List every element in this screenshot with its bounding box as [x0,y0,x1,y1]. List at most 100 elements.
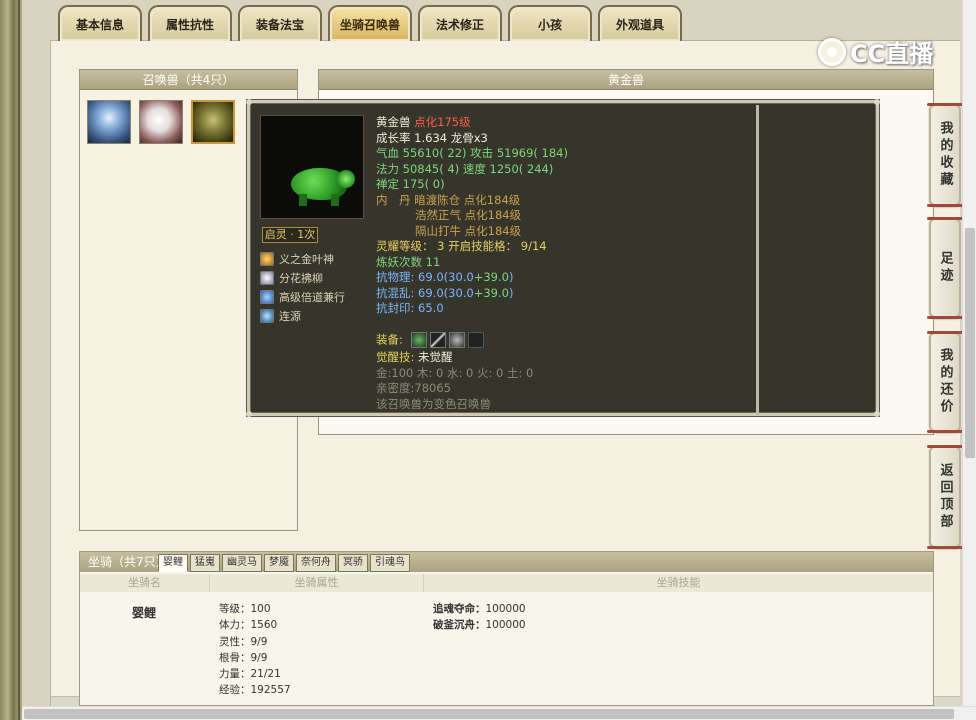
mount-header: 坐骑（共7只） 婴鲤 猛嵬 幽灵马 梦魇 奈何舟 冥骄 引魂鸟 [80,552,933,572]
skill-item: 义之金叶神 [260,249,345,268]
corner-ornament [874,99,880,105]
corner-ornament [874,411,880,417]
mount-attr: 体力：1560 [219,619,278,632]
mount-section: 坐骑（共7只） 婴鲤 猛嵬 幽灵马 梦魇 奈何舟 冥骄 引魂鸟 坐骑名 坐骑属性… [79,551,934,706]
carve-value: 3 开启技能格： [437,239,518,253]
cc-live-watermark: CC直播 [818,34,933,69]
skill-item: 分花拂柳 [260,268,345,287]
pet-leg-shape [331,194,339,206]
tab-children[interactable]: 小孩 [508,5,592,41]
corner-ornament [246,411,252,417]
side-button-label: 我的还价 [937,348,953,416]
mount-skill-value: 100000 [485,603,526,615]
mount-tab[interactable]: 婴鲤 [158,554,188,572]
back-to-top-button[interactable]: 返回顶部 [927,445,963,549]
tab-equipment[interactable]: 装备法宝 [238,5,322,41]
mount-title: 坐骑（共7只） [88,555,168,569]
col-mount-name: 坐骑名 [80,574,210,592]
pet-growth: 成长率 1.634 龙骨x3 [376,130,488,145]
mount-tab[interactable]: 奈何舟 [296,554,336,572]
mount-attr: 灵性：9/9 [219,635,268,648]
awaken-label: 觉醒技: [376,350,415,364]
mount-skill-value: 100000 [485,619,526,632]
horizontal-scrollbar[interactable] [22,706,976,720]
equip-label: 装备: [376,332,403,347]
pet-name: 黄金兽 [376,115,411,129]
cc-logo-icon [818,37,846,66]
mount-attr: 力量：21/21 [219,668,281,681]
core-item: 暗渡陈仓 点化184级 [414,192,521,207]
sword-icon[interactable] [429,332,446,348]
core-item: 隔山打牛 点化184级 [415,223,522,238]
skill-label: 分花拂柳 [279,271,323,285]
tab-appearance[interactable]: 外观道具 [598,5,682,41]
summon-panel-title: 召唤兽（共4只） [80,70,297,90]
gold-leaf-icon [260,251,274,266]
carve-label: 灵耀等级： [376,239,434,253]
tab-spell-correction[interactable]: 法术修正 [418,5,502,41]
tab-basic-info[interactable]: 基本信息 [58,5,142,41]
mount-tab[interactable]: 冥骄 [338,554,368,572]
mount-attr: 等级：100 [219,603,271,615]
res-chaos-label: 抗混乱: [376,285,415,300]
flower-icon [260,270,274,285]
scrollbar-thumb[interactable] [24,709,954,719]
res-phys-plus: +39.0 [473,270,509,284]
armor-icon[interactable] [448,332,465,348]
left-decorative-strip [0,0,22,720]
skill-item: 高级倍道兼行 [260,287,345,306]
mount-skill: 破釜沉舟：100000 [433,617,526,633]
pet-skill-list: 义之金叶神 分花拂柳 高级倍道兼行 连源 [260,249,345,325]
side-button-label: 我的收藏 [937,121,953,189]
ring-icon[interactable] [410,332,427,348]
mount-tab[interactable]: 引魂鸟 [370,554,410,572]
res-phys-label: 抗物理: [376,270,415,284]
mount-tabs: 婴鲤 猛嵬 幽灵马 梦魇 奈何舟 冥骄 引魂鸟 [158,554,410,572]
summon-avatar-2[interactable] [139,100,183,144]
my-counteroffer-button[interactable]: 我的还价 [927,331,963,433]
summon-avatar-3-selected[interactable] [191,100,235,144]
res-seal: 抗封印: 65.0 [376,301,444,315]
my-favorites-button[interactable]: 我的收藏 [927,103,963,207]
res-chaos-end: ) [508,285,514,300]
mount-skill-name: 破釜沉舟： [433,619,486,632]
res-chaos-base: 69.0(30.0 [414,285,474,300]
skill-label: 连源 [279,309,301,323]
focus-value: 175( 0) [402,177,445,191]
scrollbar-thumb[interactable] [965,228,975,458]
focus-label: 禅定 [376,177,399,191]
pet-stats: 黄金兽 点化175级 成长率 1.634 龙骨x3 气血 55610( 22) … [376,115,568,412]
skill-item: 连源 [260,306,345,325]
carve-slots: 9/14 [520,239,547,253]
mount-tab[interactable]: 幽灵马 [222,554,262,572]
summon-tooltip: 启灵 · 1次 义之金叶神 分花拂柳 高级倍道兼行 连源 黄金兽 点化175级 … [246,99,880,417]
skill-label: 义之金叶神 [279,252,334,266]
mount-attributes: 等级：100 体力：1560 灵性：9/9 根骨：9/9 力量：21/21 经验… [219,601,291,699]
footprints-button[interactable]: 足迹 [927,217,963,319]
res-phys-end: ) [508,270,514,284]
tab-mounts-summons[interactable]: 坐骑召唤兽 [328,5,412,41]
tab-attributes[interactable]: 属性抗性 [148,5,232,41]
variant-note: 该召唤兽为变色召唤兽 [376,396,491,411]
empty-slot-icon [467,332,484,348]
mount-name: 婴鲤 [132,606,157,620]
watermark-text: CC直播 [850,40,934,68]
atk-value: 51969( 184) [496,146,568,160]
wind-icon [260,289,274,304]
pet-level-tag: 点化175级 [414,115,471,129]
summon-avatar-1[interactable] [87,100,131,144]
detail-panel-title: 黄金兽 [319,70,933,90]
mount-attr: 经验：192557 [219,684,291,697]
intimacy: 亲密度:78065 [376,381,451,395]
mount-column-headers: 坐骑名 坐骑属性 坐骑技能 [80,574,933,592]
awaken-value: 未觉醒 [418,350,453,364]
mount-skills: 追魂夺命：100000 破釜沉舟：100000 [433,601,526,634]
mount-tab[interactable]: 猛嵬 [190,554,220,572]
mp-value: 50845( 4) [402,161,460,176]
col-mount-skill: 坐骑技能 [656,576,701,589]
mount-tab[interactable]: 梦魇 [264,554,294,572]
tooltip-divider [756,105,759,415]
vertical-scrollbar[interactable] [962,0,976,706]
skill-label: 高级倍道兼行 [279,290,345,304]
chain-icon [260,308,274,323]
